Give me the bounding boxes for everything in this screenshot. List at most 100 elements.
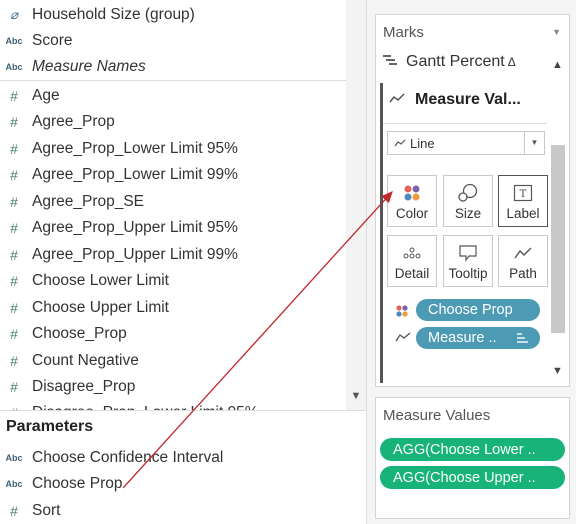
- hash-icon: #: [10, 326, 18, 342]
- field-label: Choose Upper Limit: [32, 299, 169, 316]
- divider: [383, 123, 547, 124]
- parameters-header: Parameters: [6, 418, 94, 435]
- path-field-pill[interactable]: Measure ..: [416, 327, 540, 349]
- text-label-icon: T: [513, 180, 533, 206]
- field-row[interactable]: # Disagree_Prop: [0, 374, 346, 400]
- path-shelf-button[interactable]: Path: [498, 235, 548, 287]
- field-row[interactable]: # Age: [0, 83, 346, 109]
- measure-values-card: Measure Values AGG(Choose Lower .. AGG(C…: [375, 397, 570, 519]
- field-row[interactable]: # Agree_Prop_SE: [0, 189, 346, 215]
- measure-values-marks-panel: Measure Val... Line ▼ Color Size T Label…: [380, 83, 548, 383]
- parameter-row[interactable]: Abc Choose Confidence Interval: [0, 445, 346, 471]
- path-field-pill-label: Measure ..: [428, 330, 497, 346]
- chevron-down-icon[interactable]: ▼: [524, 132, 544, 154]
- field-label: Choose Lower Limit: [32, 272, 169, 289]
- hash-icon: #: [10, 114, 18, 130]
- svg-text:T: T: [520, 189, 527, 200]
- marks-scrollbar[interactable]: ▲ ▼: [547, 51, 569, 387]
- field-row[interactable]: #Disagree_Prop_Lower Limit 95%: [0, 400, 346, 410]
- hash-icon: #: [10, 247, 18, 263]
- abc-icon: Abc: [5, 62, 23, 72]
- mark-type-dropdown[interactable]: Line ▼: [387, 131, 545, 155]
- tooltip-shelf-button[interactable]: Tooltip: [443, 235, 493, 287]
- field-row[interactable]: # Agree_Prop_Upper Limit 95%: [0, 215, 346, 241]
- field-label: Agree_Prop_Upper Limit 99%: [32, 246, 238, 263]
- parameter-row[interactable]: Abc Choose Prop: [0, 471, 346, 497]
- field-row[interactable]: # Agree_Prop_Lower Limit 99%: [0, 162, 346, 188]
- field-label: Age: [32, 87, 60, 104]
- marks-title: Marks: [383, 24, 424, 41]
- path-icon: [395, 332, 411, 345]
- parameter-label: Choose Confidence Interval: [32, 449, 224, 466]
- size-icon: [457, 180, 479, 206]
- field-row[interactable]: # Choose_Prop: [0, 321, 346, 347]
- measure-value-pill[interactable]: AGG(Choose Lower ..: [380, 438, 565, 461]
- field-row[interactable]: # Choose Upper Limit: [0, 295, 346, 321]
- field-row[interactable]: Abc Measure Names: [0, 54, 346, 80]
- marks-menu-caret-icon[interactable]: ▼: [552, 27, 561, 37]
- label-shelf-label: Label: [506, 206, 540, 221]
- hash-icon: #: [10, 167, 18, 183]
- hash-icon: #: [10, 300, 18, 316]
- data-pane: ⌀ Household Size (group) Abc Score Abc Measur…: [0, 0, 366, 524]
- link-icon: ⌀: [10, 7, 18, 22]
- detail-shelf-button[interactable]: Detail: [387, 235, 437, 287]
- field-row[interactable]: # Choose Lower Limit: [0, 268, 346, 294]
- abc-icon: Abc: [5, 479, 23, 489]
- field-list: ⌀ Household Size (group) Abc Score Abc Measur…: [0, 0, 346, 410]
- field-label: Score: [32, 32, 73, 49]
- field-row[interactable]: ⌀ Household Size (group): [0, 2, 346, 28]
- field-row[interactable]: Abc Score: [0, 28, 346, 54]
- sort-icon: [516, 330, 528, 348]
- hash-icon: #: [10, 379, 18, 395]
- abc-icon: Abc: [5, 453, 23, 463]
- marks-all-label: Gantt Percent: [406, 53, 505, 70]
- hash-icon: #: [10, 503, 18, 519]
- field-row[interactable]: # Agree_Prop_Upper Limit 99%: [0, 242, 346, 268]
- scroll-down-icon[interactable]: ▼: [350, 390, 362, 402]
- field-label: Household Size (group): [32, 6, 195, 23]
- parameter-row[interactable]: # Sort: [0, 498, 346, 524]
- size-shelf-label: Size: [454, 206, 482, 221]
- mark-type-label: Line: [410, 135, 435, 151]
- color-dots-icon: [402, 180, 422, 206]
- scroll-thumb[interactable]: [551, 145, 565, 333]
- abc-icon: Abc: [5, 36, 23, 46]
- color-shelf-button[interactable]: Color: [387, 175, 437, 227]
- delta-icon: Δ: [507, 55, 516, 69]
- marks-card: Marks ▼ Gantt Percent Δ ▲ ▼ Measure Val.…: [375, 14, 570, 387]
- scroll-up-icon[interactable]: ▲: [552, 59, 563, 71]
- line-icon: [388, 134, 406, 152]
- color-shelf-label: Color: [395, 206, 429, 221]
- field-row[interactable]: # Count Negative: [0, 348, 346, 374]
- scroll-down-icon[interactable]: ▼: [552, 365, 563, 377]
- field-label: Agree_Prop_Upper Limit 95%: [32, 219, 238, 236]
- divider: [0, 80, 346, 81]
- size-shelf-button[interactable]: Size: [443, 175, 493, 227]
- field-row[interactable]: # Agree_Prop: [0, 109, 346, 135]
- measure-value-pill[interactable]: AGG(Choose Upper ..: [380, 466, 565, 489]
- field-label: Agree_Prop_Lower Limit 99%: [32, 166, 238, 183]
- color-dots-icon: [395, 304, 409, 321]
- field-label: Agree_Prop_SE: [32, 193, 145, 210]
- parameter-label: Choose Prop: [32, 475, 123, 492]
- color-field-pill[interactable]: Choose Prop: [416, 299, 540, 321]
- marks-all-row[interactable]: Gantt Percent Δ: [382, 51, 542, 73]
- path-icon: [513, 240, 533, 266]
- hash-icon: #: [10, 141, 18, 157]
- field-row[interactable]: # Agree_Prop_Lower Limit 95%: [0, 136, 346, 162]
- path-shelf-label: Path: [509, 266, 537, 281]
- line-icon: [389, 91, 405, 109]
- measure-values-card-title: Measure Values: [383, 407, 491, 424]
- hash-icon: #: [10, 88, 18, 104]
- measure-values-marks-header[interactable]: Measure Val...: [389, 91, 521, 109]
- field-label: Disagree_Prop: [32, 378, 136, 395]
- gantt-bar-icon: [382, 53, 398, 72]
- hash-icon: #: [10, 273, 18, 289]
- label-shelf-button[interactable]: T Label: [498, 175, 548, 227]
- field-label: Count Negative: [32, 352, 139, 369]
- field-label: Agree_Prop: [32, 113, 115, 130]
- detail-shelf-label: Detail: [394, 266, 430, 281]
- hash-icon: #: [10, 194, 18, 210]
- field-list-scrollbar[interactable]: ▼: [346, 0, 366, 410]
